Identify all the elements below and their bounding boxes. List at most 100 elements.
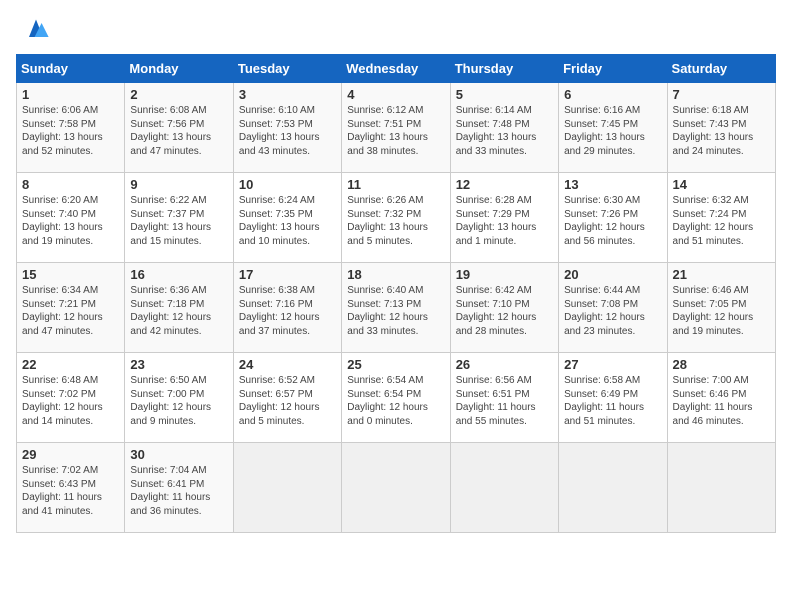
calendar-cell: 5 Sunrise: 6:14 AMSunset: 7:48 PMDaylight…	[450, 83, 558, 173]
calendar-cell: 29 Sunrise: 7:02 AMSunset: 6:43 PMDayligh…	[17, 443, 125, 533]
day-number: 3	[239, 87, 336, 102]
calendar-cell: 23 Sunrise: 6:50 AMSunset: 7:00 PMDayligh…	[125, 353, 233, 443]
cell-info: Sunrise: 6:58 AMSunset: 6:49 PMDaylight:…	[564, 375, 644, 427]
calendar-table: SundayMondayTuesdayWednesdayThursdayFrid…	[16, 54, 776, 533]
day-number: 7	[673, 87, 770, 102]
calendar-cell: 20 Sunrise: 6:44 AMSunset: 7:08 PMDayligh…	[559, 263, 667, 353]
cell-info: Sunrise: 6:16 AMSunset: 7:45 PMDaylight:…	[564, 105, 645, 157]
calendar-body: 1Sunrise: 6:06 AMSunset: 7:58 PMDaylight…	[17, 83, 776, 533]
day-number: 22	[22, 357, 119, 372]
calendar-header: SundayMondayTuesdayWednesdayThursdayFrid…	[17, 55, 776, 83]
calendar-week-2: 8 Sunrise: 6:20 AMSunset: 7:40 PMDaylight…	[17, 173, 776, 263]
cell-info: Sunrise: 6:48 AMSunset: 7:02 PMDaylight:…	[22, 375, 103, 427]
calendar-cell	[559, 443, 667, 533]
day-number: 24	[239, 357, 336, 372]
calendar-cell: 28 Sunrise: 7:00 AMSunset: 6:46 PMDayligh…	[667, 353, 775, 443]
cell-info: Sunrise: 6:12 AMSunset: 7:51 PMDaylight:…	[347, 105, 428, 157]
calendar-cell	[450, 443, 558, 533]
calendar-cell: 9 Sunrise: 6:22 AMSunset: 7:37 PMDaylight…	[125, 173, 233, 263]
day-number: 15	[22, 267, 119, 282]
day-number: 26	[456, 357, 553, 372]
calendar-cell: 12 Sunrise: 6:28 AMSunset: 7:29 PMDayligh…	[450, 173, 558, 263]
day-number: 9	[130, 177, 227, 192]
day-number: 18	[347, 267, 444, 282]
calendar-cell: 22 Sunrise: 6:48 AMSunset: 7:02 PMDayligh…	[17, 353, 125, 443]
cell-info: Sunrise: 6:36 AMSunset: 7:18 PMDaylight:…	[130, 285, 211, 337]
day-number: 4	[347, 87, 444, 102]
calendar-cell	[342, 443, 450, 533]
cell-info: Sunrise: 6:28 AMSunset: 7:29 PMDaylight:…	[456, 195, 537, 247]
header-day-monday: Monday	[125, 55, 233, 83]
cell-info: Sunrise: 6:50 AMSunset: 7:00 PMDaylight:…	[130, 375, 211, 427]
cell-info: Sunrise: 6:32 AMSunset: 7:24 PMDaylight:…	[673, 195, 754, 247]
day-number: 8	[22, 177, 119, 192]
calendar-cell: 19 Sunrise: 6:42 AMSunset: 7:10 PMDayligh…	[450, 263, 558, 353]
day-number: 20	[564, 267, 661, 282]
cell-info: Sunrise: 6:52 AMSunset: 6:57 PMDaylight:…	[239, 375, 320, 427]
calendar-cell: 7 Sunrise: 6:18 AMSunset: 7:43 PMDaylight…	[667, 83, 775, 173]
calendar-cell: 16 Sunrise: 6:36 AMSunset: 7:18 PMDayligh…	[125, 263, 233, 353]
calendar-cell: 21 Sunrise: 6:46 AMSunset: 7:05 PMDayligh…	[667, 263, 775, 353]
cell-info: Sunrise: 7:00 AMSunset: 6:46 PMDaylight:…	[673, 375, 753, 427]
cell-info: Sunrise: 6:34 AMSunset: 7:21 PMDaylight:…	[22, 285, 103, 337]
header-day-saturday: Saturday	[667, 55, 775, 83]
cell-info: Sunrise: 6:10 AMSunset: 7:53 PMDaylight:…	[239, 105, 320, 157]
header-day-thursday: Thursday	[450, 55, 558, 83]
day-number: 25	[347, 357, 444, 372]
cell-info: Sunrise: 6:42 AMSunset: 7:10 PMDaylight:…	[456, 285, 537, 337]
day-number: 12	[456, 177, 553, 192]
calendar-cell: 8 Sunrise: 6:20 AMSunset: 7:40 PMDaylight…	[17, 173, 125, 263]
calendar-cell: 13Sunrise: 6:30 AMSunset: 7:26 PMDayligh…	[559, 173, 667, 263]
cell-info: Sunrise: 7:02 AMSunset: 6:43 PMDaylight:…	[22, 465, 102, 517]
calendar-cell: 4 Sunrise: 6:12 AMSunset: 7:51 PMDaylight…	[342, 83, 450, 173]
cell-info: Sunrise: 6:26 AMSunset: 7:32 PMDaylight:…	[347, 195, 428, 247]
day-number: 21	[673, 267, 770, 282]
day-number: 17	[239, 267, 336, 282]
cell-info: Sunrise: 6:24 AMSunset: 7:35 PMDaylight:…	[239, 195, 320, 247]
page-header	[16, 16, 776, 44]
day-number: 5	[456, 87, 553, 102]
calendar-cell: 27 Sunrise: 6:58 AMSunset: 6:49 PMDayligh…	[559, 353, 667, 443]
calendar-week-5: 29 Sunrise: 7:02 AMSunset: 6:43 PMDayligh…	[17, 443, 776, 533]
calendar-cell: 24 Sunrise: 6:52 AMSunset: 6:57 PMDayligh…	[233, 353, 341, 443]
calendar-cell: 11 Sunrise: 6:26 AMSunset: 7:32 PMDayligh…	[342, 173, 450, 263]
cell-info: Sunrise: 6:44 AMSunset: 7:08 PMDaylight:…	[564, 285, 645, 337]
cell-info: Sunrise: 6:54 AMSunset: 6:54 PMDaylight:…	[347, 375, 428, 427]
calendar-cell: 26 Sunrise: 6:56 AMSunset: 6:51 PMDayligh…	[450, 353, 558, 443]
logo-icon	[22, 16, 50, 44]
day-number: 29	[22, 447, 119, 462]
day-number: 6	[564, 87, 661, 102]
cell-info: Sunrise: 6:20 AMSunset: 7:40 PMDaylight:…	[22, 195, 103, 247]
day-number: 16	[130, 267, 227, 282]
day-number: 10	[239, 177, 336, 192]
day-number: 19	[456, 267, 553, 282]
cell-info: Sunrise: 6:18 AMSunset: 7:43 PMDaylight:…	[673, 105, 754, 157]
calendar-cell: 1Sunrise: 6:06 AMSunset: 7:58 PMDaylight…	[17, 83, 125, 173]
cell-info: Sunrise: 6:56 AMSunset: 6:51 PMDaylight:…	[456, 375, 536, 427]
day-number: 30	[130, 447, 227, 462]
calendar-cell: 3 Sunrise: 6:10 AMSunset: 7:53 PMDaylight…	[233, 83, 341, 173]
day-number: 27	[564, 357, 661, 372]
calendar-cell: 2 Sunrise: 6:08 AMSunset: 7:56 PMDaylight…	[125, 83, 233, 173]
logo	[16, 16, 50, 44]
calendar-cell: 25 Sunrise: 6:54 AMSunset: 6:54 PMDayligh…	[342, 353, 450, 443]
cell-info: Sunrise: 6:46 AMSunset: 7:05 PMDaylight:…	[673, 285, 754, 337]
header-day-friday: Friday	[559, 55, 667, 83]
cell-info: Sunrise: 6:14 AMSunset: 7:48 PMDaylight:…	[456, 105, 537, 157]
day-number: 23	[130, 357, 227, 372]
day-number: 28	[673, 357, 770, 372]
header-day-sunday: Sunday	[17, 55, 125, 83]
cell-info: Sunrise: 6:08 AMSunset: 7:56 PMDaylight:…	[130, 105, 211, 157]
header-day-wednesday: Wednesday	[342, 55, 450, 83]
calendar-week-4: 22 Sunrise: 6:48 AMSunset: 7:02 PMDayligh…	[17, 353, 776, 443]
calendar-cell	[233, 443, 341, 533]
calendar-cell: 15 Sunrise: 6:34 AMSunset: 7:21 PMDayligh…	[17, 263, 125, 353]
calendar-cell: 10 Sunrise: 6:24 AMSunset: 7:35 PMDayligh…	[233, 173, 341, 263]
cell-info: Sunrise: 6:38 AMSunset: 7:16 PMDaylight:…	[239, 285, 320, 337]
cell-info: Sunrise: 6:22 AMSunset: 7:37 PMDaylight:…	[130, 195, 211, 247]
calendar-cell: 14Sunrise: 6:32 AMSunset: 7:24 PMDayligh…	[667, 173, 775, 263]
day-number: 11	[347, 177, 444, 192]
day-number: 2	[130, 87, 227, 102]
calendar-cell: 18Sunrise: 6:40 AMSunset: 7:13 PMDayligh…	[342, 263, 450, 353]
header-day-tuesday: Tuesday	[233, 55, 341, 83]
